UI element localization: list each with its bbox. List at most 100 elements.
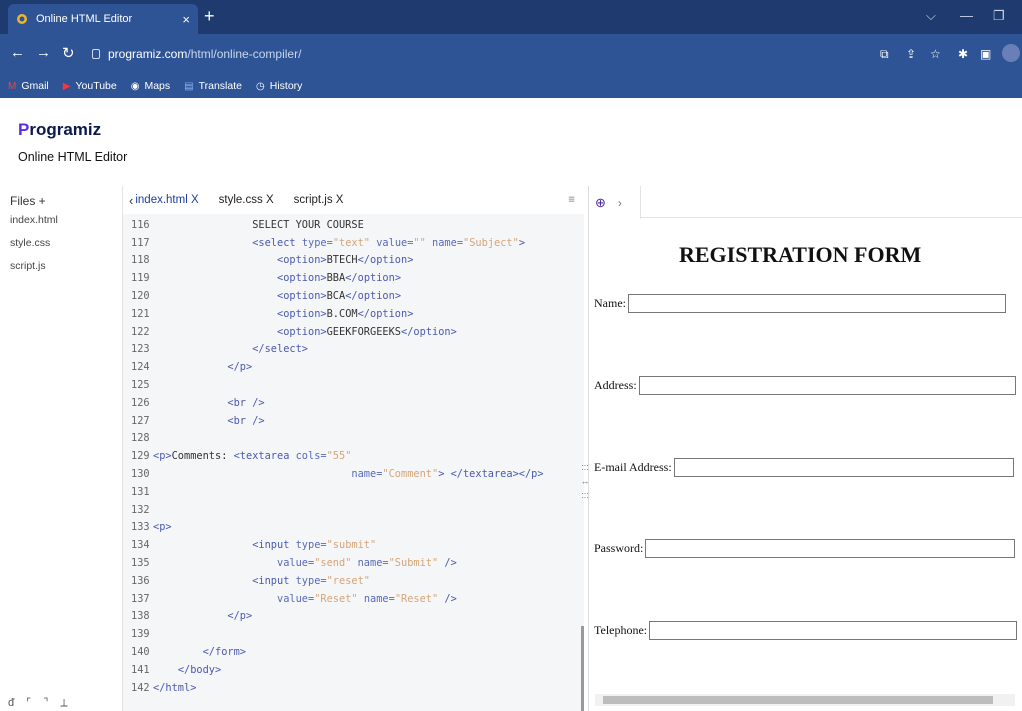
code-line[interactable]: 136 <input type="reset" <box>123 572 585 590</box>
code-line[interactable]: 122 <option>GEEKFORGEEKS</option> <box>123 323 585 341</box>
name-input[interactable] <box>628 294 1006 313</box>
preview-horizontal-scrollbar[interactable] <box>595 694 1015 706</box>
code-text[interactable]: <input type="submit" <box>153 539 376 551</box>
code-line[interactable]: 137 value="Reset" name="Reset" /> <box>123 590 585 608</box>
code-line[interactable]: 142 </html> <box>123 679 585 697</box>
sidebar-tools[interactable]: ᵭ⌜⌝⟂ <box>8 696 80 710</box>
bookmark-translate[interactable]: ▤ Translate <box>184 80 242 92</box>
browser-tab[interactable]: Online HTML Editor × <box>8 4 198 34</box>
code-text[interactable]: <select type="text" value="" name="Subje… <box>153 237 525 249</box>
code-lines[interactable]: 116 SELECT YOUR COURSE 117 <select type="… <box>123 216 585 697</box>
url-input[interactable]: programiz.com/html/online-compiler/ <box>92 40 862 68</box>
code-line[interactable]: 131 <box>123 483 585 501</box>
code-text[interactable]: <option>B.COM</option> <box>153 308 413 320</box>
forward-icon[interactable]: → <box>36 44 51 61</box>
code-line[interactable]: 129 <p>Comments: <textarea cols="55" <box>123 447 585 465</box>
bookmark-gmail[interactable]: M Gmail <box>8 80 49 92</box>
scrollbar-thumb[interactable] <box>603 696 993 704</box>
programiz-logo[interactable]: Programiz <box>18 120 101 140</box>
address-input[interactable] <box>638 376 1016 395</box>
tab-script-js[interactable]: script.js X <box>284 194 354 206</box>
globe-icon: ⊕ <box>595 194 606 210</box>
code-text[interactable]: SELECT YOUR COURSE <box>153 219 364 231</box>
tab-style-css[interactable]: style.css X <box>209 194 284 206</box>
tab-close-button[interactable]: × <box>182 12 190 27</box>
email-input[interactable] <box>673 458 1014 477</box>
code-line[interactable]: 121 <option>B.COM</option> <box>123 305 585 323</box>
code-text[interactable]: <option>BBA</option> <box>153 272 401 284</box>
close-tab-icon[interactable]: X <box>191 194 199 206</box>
code-text[interactable]: </p> <box>153 361 252 373</box>
telephone-input[interactable] <box>649 621 1018 640</box>
file-item-style[interactable]: style.css <box>10 237 58 260</box>
code-editor[interactable]: ‹ index.html X style.css X script.js X ≡… <box>122 186 585 711</box>
code-text[interactable]: <option>GEEKFORGEEKS</option> <box>153 326 457 338</box>
code-line[interactable]: 127 <br /> <box>123 412 585 430</box>
code-text[interactable]: <p>Comments: <textarea cols="55" <box>153 450 351 462</box>
tab-search-icon[interactable]: ⌵ <box>926 8 936 24</box>
code-line[interactable]: 133 <p> <box>123 519 585 537</box>
bookmark-star-icon[interactable]: ☆ <box>930 47 941 61</box>
new-tab-button[interactable]: + <box>204 6 215 27</box>
code-line[interactable]: 126 <br /> <box>123 394 585 412</box>
code-line[interactable]: 119 <option>BBA</option> <box>123 269 585 287</box>
code-text[interactable]: <input type="reset" <box>153 575 370 587</box>
programiz-favicon-icon <box>17 14 27 24</box>
extensions-icon[interactable]: ✱ <box>958 47 968 61</box>
tab-index-html[interactable]: index.html X <box>133 194 208 206</box>
share-icon[interactable]: ⇪ <box>906 47 916 61</box>
form-row-name: Name: <box>594 294 1006 313</box>
bookmark-history[interactable]: ◷ History <box>256 80 302 92</box>
code-text[interactable]: <p> <box>153 521 172 533</box>
code-line[interactable]: 118 <option>BTECH</option> <box>123 252 585 270</box>
code-text[interactable]: </form> <box>153 646 246 658</box>
files-header[interactable]: Files + <box>10 194 46 208</box>
file-item-script[interactable]: script.js <box>10 260 58 283</box>
code-line[interactable]: 140 </form> <box>123 643 585 661</box>
code-line[interactable]: 139 <box>123 625 585 643</box>
code-line[interactable]: 138 </p> <box>123 608 585 626</box>
code-text[interactable]: </body> <box>153 664 221 676</box>
code-text[interactable]: </select> <box>153 343 308 355</box>
code-line[interactable]: 141 </body> <box>123 661 585 679</box>
line-number: 139 <box>131 628 150 641</box>
code-line[interactable]: 128 <box>123 430 585 448</box>
file-item-index[interactable]: index.html <box>10 214 58 237</box>
chevron-right-icon[interactable]: › <box>618 196 622 210</box>
code-text[interactable]: value="send" name="Submit" /> <box>153 557 457 569</box>
side-panel-icon[interactable]: ▣ <box>980 47 991 61</box>
bookmark-youtube[interactable]: ▶ YouTube <box>63 80 117 92</box>
preview-tab[interactable]: ⊕ › <box>589 186 641 219</box>
code-line[interactable]: 135 value="send" name="Submit" /> <box>123 554 585 572</box>
code-text[interactable]: <br /> <box>153 397 264 409</box>
code-text[interactable]: <br /> <box>153 415 264 427</box>
code-line[interactable]: 125 <box>123 376 585 394</box>
code-text[interactable]: value="Reset" name="Reset" /> <box>153 593 457 605</box>
code-text[interactable]: name="Comment"> </textarea></p> <box>153 468 543 480</box>
editor-menu-icon[interactable]: ≡ <box>568 194 575 206</box>
code-text[interactable]: </html> <box>153 682 196 694</box>
close-tab-icon[interactable]: X <box>266 194 274 206</box>
code-line[interactable]: 120 <option>BCA</option> <box>123 287 585 305</box>
editor-scrollbar[interactable] <box>581 626 584 711</box>
code-line[interactable]: 130 name="Comment"> </textarea></p> <box>123 465 585 483</box>
code-text[interactable]: <option>BTECH</option> <box>153 254 413 266</box>
password-input[interactable] <box>645 539 1016 558</box>
code-line[interactable]: 134 <input type="submit" <box>123 536 585 554</box>
back-icon[interactable]: ← <box>10 44 25 61</box>
reload-icon[interactable]: ↻ <box>62 44 75 62</box>
bookmark-maps[interactable]: ◉ Maps <box>131 80 170 92</box>
restore-icon[interactable]: ❐ <box>993 8 1005 24</box>
code-text[interactable]: </p> <box>153 610 252 622</box>
minimize-icon[interactable]: — <box>960 8 973 23</box>
translate-page-icon[interactable]: ⧉ <box>880 47 889 62</box>
code-line[interactable]: 116 SELECT YOUR COURSE <box>123 216 585 234</box>
code-line[interactable]: 132 <box>123 501 585 519</box>
code-line[interactable]: 124 </p> <box>123 358 585 376</box>
code-line[interactable]: 123 </select> <box>123 341 585 359</box>
code-line[interactable]: 117 <select type="text" value="" name="S… <box>123 234 585 252</box>
collapse-sidebar-icon[interactable]: ‹ <box>123 193 133 208</box>
code-text[interactable]: <option>BCA</option> <box>153 290 401 302</box>
close-tab-icon[interactable]: X <box>336 194 344 206</box>
profile-avatar[interactable] <box>1002 44 1020 62</box>
